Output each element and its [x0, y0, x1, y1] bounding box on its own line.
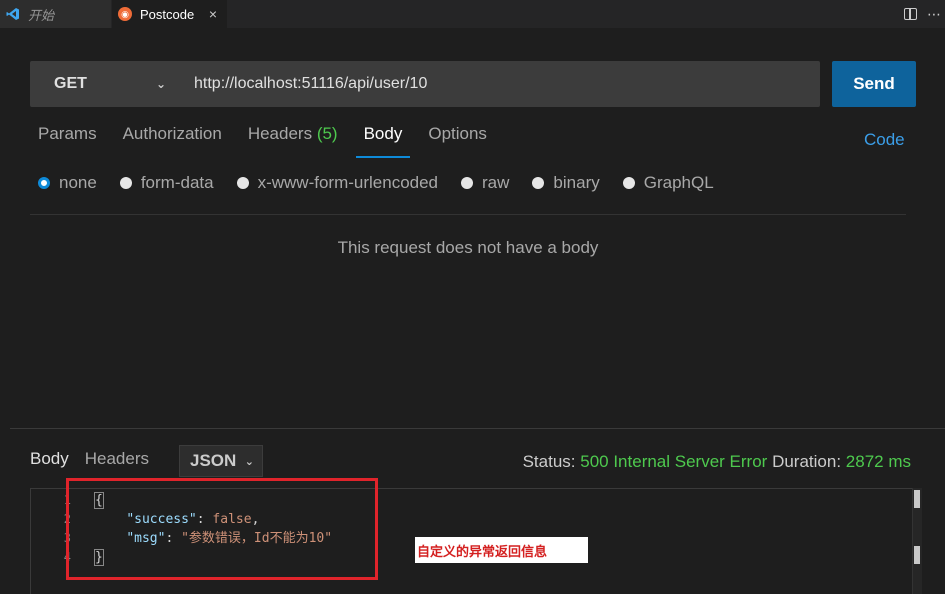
response-tab-headers[interactable]: Headers [85, 449, 149, 469]
radio-label: x-www-form-urlencoded [257, 173, 439, 192]
status-value: 500 Internal Server Error [580, 452, 768, 471]
response-format-select[interactable]: JSON ⌄ [179, 445, 263, 477]
tab-options[interactable]: Options [428, 124, 487, 158]
request-bar: GET ⌄ [30, 61, 820, 107]
tab-body[interactable]: Body [355, 124, 411, 158]
radio-binary[interactable]: binary [532, 173, 600, 193]
radio-graphql[interactable]: GraphQL [622, 173, 714, 193]
body-type-radios: none form-data x-www-form-urlencoded raw… [38, 172, 737, 194]
panel-resize-divider[interactable] [10, 428, 945, 429]
line-number: 2 [63, 512, 71, 526]
radio-x-www-form-urlencoded[interactable]: x-www-form-urlencoded [236, 173, 439, 193]
tab-label: Postcode [140, 6, 195, 22]
radio-button[interactable] [38, 177, 50, 189]
scrollbar-marker [914, 546, 920, 564]
no-body-message: This request does not have a body [337, 238, 599, 257]
chevron-down-icon: ⌄ [244, 455, 254, 468]
method-label: GET [54, 75, 87, 92]
tab-start[interactable]: 开始 [0, 0, 112, 28]
close-icon[interactable]: × [209, 6, 217, 22]
tab-label: 开始 [28, 7, 55, 23]
tab-headers-label: Headers [247, 124, 313, 143]
annotation-label: 自定义的异常返回信息 [415, 537, 588, 563]
radio-label: raw [482, 173, 510, 192]
radio-raw[interactable]: raw [461, 173, 509, 193]
response-tabs: Body Headers [30, 449, 165, 469]
response-tab-body[interactable]: Body [30, 449, 69, 469]
more-actions-icon[interactable]: ⋯ [927, 6, 941, 23]
radio-button[interactable] [236, 177, 249, 189]
scrollbar-marker [914, 490, 920, 508]
chevron-down-icon: ⌄ [155, 77, 166, 91]
editor-tab-bar: 开始 ◉ Postcode × ⋯ [0, 0, 945, 28]
format-label: JSON [190, 451, 237, 470]
vscode-logo-icon [6, 7, 20, 21]
split-editor-icon[interactable] [904, 8, 917, 20]
response-status-line: Status: 500 Internal Server Error Durati… [523, 452, 911, 472]
radio-button[interactable] [532, 177, 545, 189]
postcode-logo-icon: ◉ [118, 7, 132, 21]
tabbar-actions: ⋯ [904, 0, 945, 28]
radio-button[interactable] [622, 177, 635, 189]
tab-postcode[interactable]: ◉ Postcode × [112, 0, 228, 28]
duration-label: Duration: [772, 452, 842, 471]
radio-label: none [59, 173, 97, 192]
radio-button[interactable] [119, 177, 132, 189]
send-button[interactable]: Send [832, 61, 916, 107]
status-label: Status: [522, 452, 576, 471]
code-link[interactable]: Code [864, 130, 905, 150]
headers-count-badge: (5) [316, 124, 338, 143]
radio-none[interactable]: none [38, 173, 97, 193]
method-select[interactable]: GET ⌄ [30, 61, 178, 107]
radio-label: GraphQL [643, 173, 714, 192]
url-input[interactable] [178, 61, 820, 107]
line-number-gutter: 1 2 3 4 [31, 491, 71, 567]
annotation-highlight-box [66, 478, 378, 580]
radio-label: binary [553, 173, 600, 192]
tab-authorization[interactable]: Authorization [123, 124, 222, 158]
tab-headers[interactable]: Headers (5) [248, 124, 338, 158]
radio-button[interactable] [461, 177, 474, 189]
radio-label: form-data [140, 173, 214, 192]
duration-value: 2872 ms [845, 452, 911, 471]
radio-form-data[interactable]: form-data [119, 173, 214, 193]
divider [30, 214, 906, 215]
request-tabs: Params Authorization Headers (5) Body Op… [38, 124, 513, 160]
line-number: 3 [63, 531, 71, 545]
line-number: 4 [63, 550, 71, 564]
tab-params[interactable]: Params [38, 124, 97, 158]
line-number: 1 [63, 493, 71, 507]
